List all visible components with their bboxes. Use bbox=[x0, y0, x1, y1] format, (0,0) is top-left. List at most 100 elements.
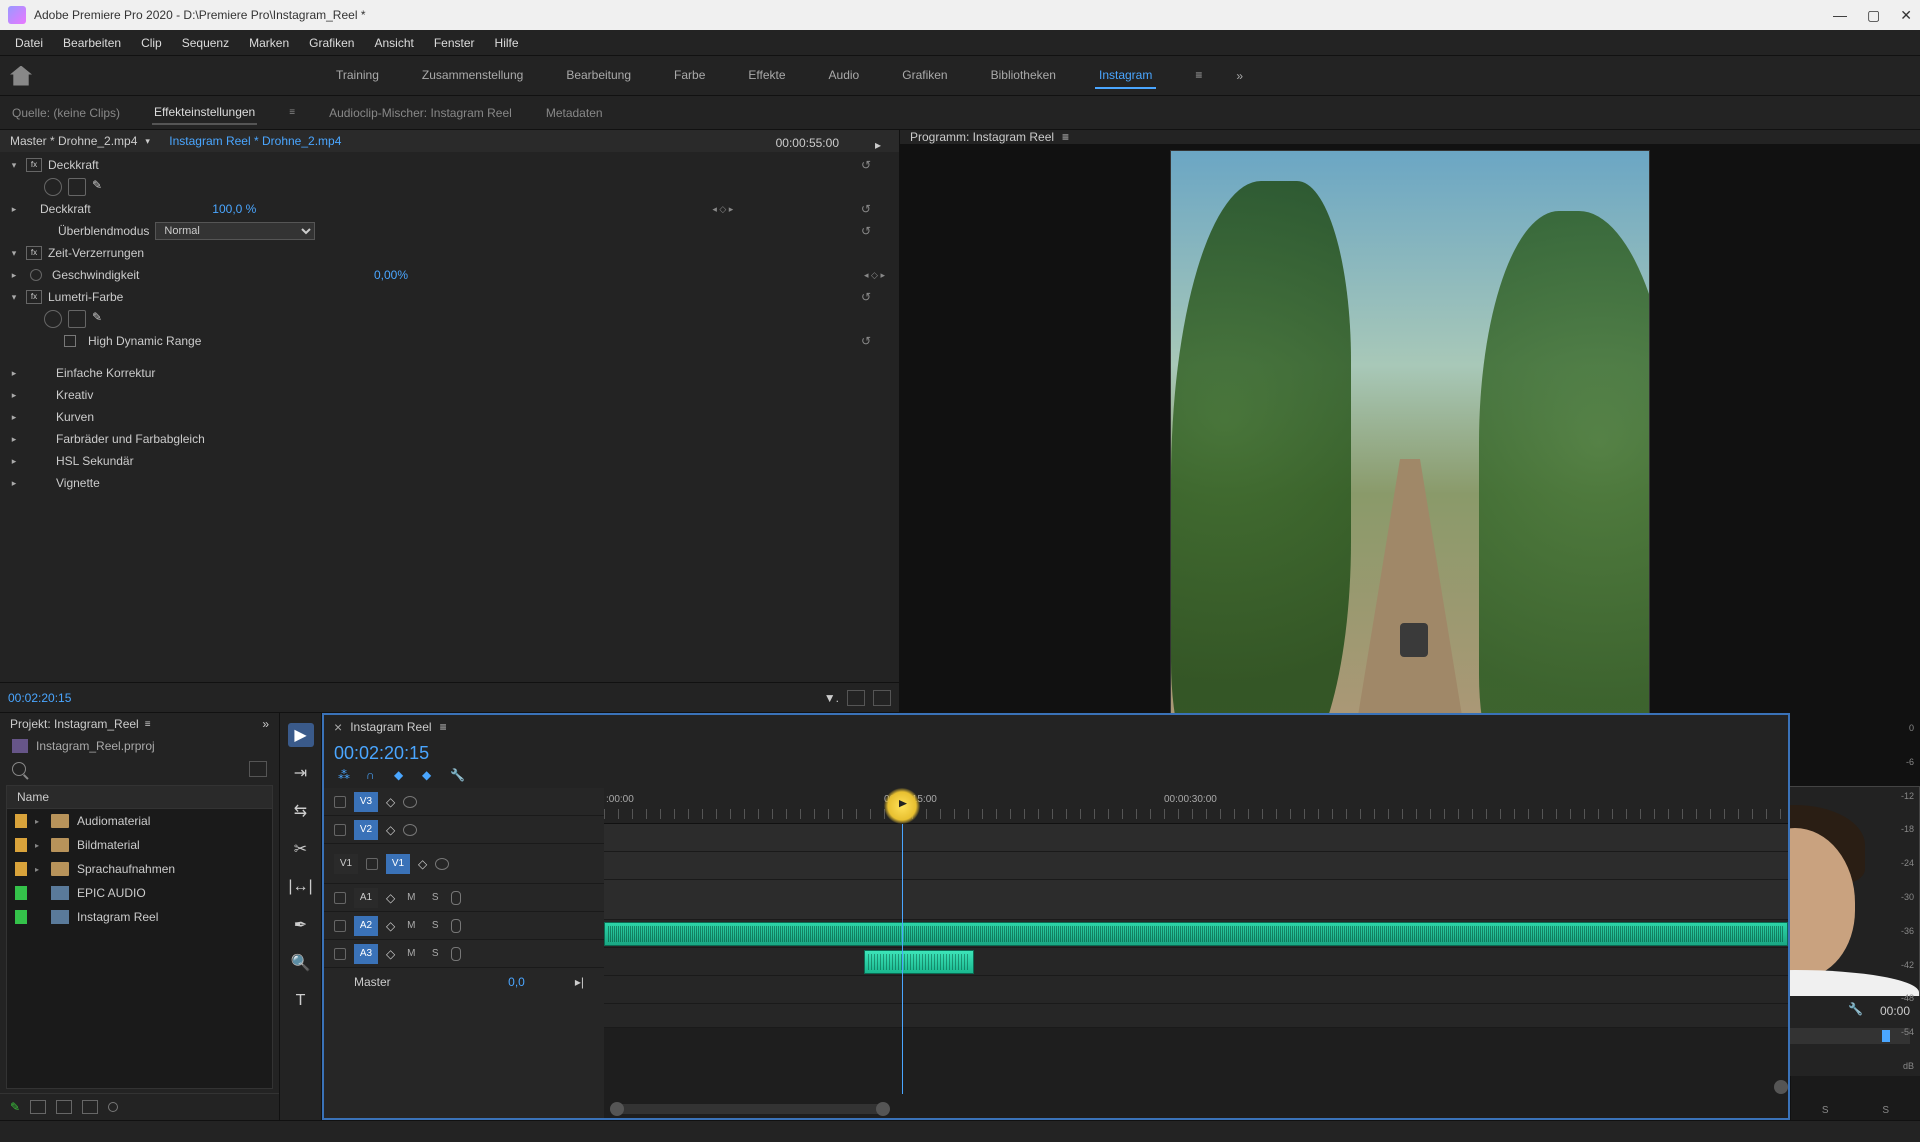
effect-zeit-verzerrungen[interactable]: Zeit-Verzerrungen bbox=[48, 246, 144, 260]
value-geschwindigkeit[interactable]: 0,00% bbox=[374, 268, 408, 282]
timeline-timecode[interactable]: 00:02:20:15 bbox=[334, 743, 429, 764]
razor-tool[interactable]: ✂ bbox=[288, 837, 314, 861]
workspace-farbe[interactable]: Farbe bbox=[670, 63, 709, 89]
hand-tool[interactable]: 🔍 bbox=[288, 951, 314, 975]
track-lane-a3[interactable] bbox=[604, 976, 1788, 1004]
menu-bearbeiten[interactable]: Bearbeiten bbox=[54, 33, 130, 53]
voiceover-icon[interactable] bbox=[451, 919, 461, 933]
program-panel-menu-icon[interactable]: ≡ bbox=[1062, 130, 1069, 144]
lock-icon[interactable] bbox=[334, 796, 346, 808]
lock-icon[interactable] bbox=[366, 858, 378, 870]
wrench-icon[interactable]: 🔧 bbox=[450, 768, 468, 784]
mask-rectangle-icon[interactable] bbox=[68, 178, 86, 196]
expand-icon[interactable]: ▸ bbox=[8, 456, 20, 467]
eye-icon[interactable] bbox=[403, 824, 417, 836]
type-tool[interactable]: T bbox=[288, 989, 314, 1013]
track-target-v1[interactable]: V1 bbox=[386, 854, 410, 874]
mute-button[interactable]: M bbox=[403, 892, 419, 903]
workspace-effekte[interactable]: Effekte bbox=[744, 63, 789, 89]
reset-icon[interactable]: ↺ bbox=[861, 334, 871, 348]
track-lane-v2[interactable] bbox=[604, 852, 1788, 880]
prop-deckkraft[interactable]: Deckkraft bbox=[40, 202, 91, 216]
source-export-icon[interactable] bbox=[847, 690, 865, 706]
mute-button[interactable]: M bbox=[403, 920, 419, 931]
menu-datei[interactable]: Datei bbox=[6, 33, 52, 53]
sequence-tab[interactable]: Instagram Reel bbox=[350, 720, 431, 734]
project-panel-menu-icon[interactable]: ≡ bbox=[145, 719, 151, 730]
list-view-icon[interactable] bbox=[30, 1100, 46, 1114]
menu-clip[interactable]: Clip bbox=[132, 33, 171, 53]
menu-grafiken[interactable]: Grafiken bbox=[300, 33, 363, 53]
effect-deckkraft[interactable]: Deckkraft bbox=[48, 158, 99, 172]
voiceover-icon[interactable] bbox=[451, 891, 461, 905]
expand-icon[interactable]: ▸ bbox=[8, 478, 20, 489]
source-timecode[interactable]: 00:02:20:15 bbox=[8, 691, 71, 705]
value-deckkraft[interactable]: 100,0 % bbox=[212, 202, 256, 216]
expand-icon[interactable]: ▸ bbox=[8, 270, 20, 281]
sync-lock-icon[interactable]: ◇ bbox=[386, 823, 395, 837]
track-target-v3[interactable]: V3 bbox=[354, 792, 378, 812]
mask-ellipse-icon[interactable] bbox=[44, 178, 62, 196]
track-lane-a2[interactable] bbox=[604, 948, 1788, 976]
add-marker-icon[interactable]: ◆ bbox=[394, 768, 412, 784]
selection-tool[interactable]: ▶ bbox=[288, 723, 314, 747]
linked-selection-icon[interactable]: ∩ bbox=[366, 768, 384, 784]
tab-metadaten[interactable]: Metadaten bbox=[544, 102, 605, 124]
menu-marken[interactable]: Marken bbox=[240, 33, 298, 53]
bin-item[interactable]: ▸Audiomaterial bbox=[7, 809, 272, 833]
home-icon[interactable] bbox=[10, 66, 32, 86]
snap-icon[interactable]: ⁂ bbox=[338, 768, 356, 784]
project-expand-icon[interactable]: » bbox=[262, 717, 269, 731]
search-icon[interactable] bbox=[12, 762, 26, 776]
track-target-a3[interactable]: A3 bbox=[354, 944, 378, 964]
stopwatch-icon[interactable] bbox=[30, 269, 42, 281]
ripple-edit-tool[interactable]: ⇆ bbox=[288, 799, 314, 823]
workspace-instagram[interactable]: Instagram bbox=[1095, 63, 1156, 89]
slip-tool[interactable]: |↔| bbox=[288, 875, 314, 899]
collapse-icon[interactable]: ▾ bbox=[8, 160, 20, 171]
mask-pen-icon[interactable]: ✎ bbox=[92, 310, 110, 328]
expand-icon[interactable]: ▸ bbox=[8, 412, 20, 423]
effect-lumetri-farbe[interactable]: Lumetri-Farbe bbox=[48, 290, 123, 304]
solo-left-button[interactable]: S bbox=[1822, 1105, 1829, 1116]
bin-item[interactable]: Instagram Reel bbox=[7, 905, 272, 929]
effects-filter-icon[interactable]: ▼. bbox=[824, 691, 839, 705]
sync-lock-icon[interactable]: ◇ bbox=[386, 947, 395, 961]
expand-icon[interactable]: ▸ bbox=[8, 204, 20, 215]
track-lane-v1[interactable] bbox=[604, 880, 1788, 920]
lock-icon[interactable] bbox=[334, 948, 346, 960]
keyframe-nav[interactable]: ◂ ◇ ▸ bbox=[864, 270, 885, 281]
scrollbar-handle-icon[interactable] bbox=[1774, 1080, 1788, 1094]
pencil-icon[interactable]: ✎ bbox=[10, 1100, 20, 1114]
reset-icon[interactable]: ↺ bbox=[861, 224, 871, 238]
lumetri-section[interactable]: Einfache Korrektur bbox=[56, 366, 155, 380]
lumetri-section[interactable]: Farbräder und Farbabgleich bbox=[56, 432, 205, 446]
timeline-zoom-scrollbar[interactable] bbox=[610, 1104, 890, 1114]
expand-icon[interactable]: ▸ bbox=[8, 390, 20, 401]
track-target-a2[interactable]: A2 bbox=[354, 916, 378, 936]
workspace-bearbeitung[interactable]: Bearbeitung bbox=[562, 63, 635, 89]
reset-icon[interactable]: ↺ bbox=[861, 158, 871, 172]
track-lane-a1[interactable] bbox=[604, 920, 1788, 948]
minimize-button[interactable]: — bbox=[1833, 7, 1847, 24]
timeline-canvas[interactable]: :00:00 00:00:15:00 00:00:30:00 bbox=[604, 788, 1788, 1118]
mask-pen-icon[interactable]: ✎ bbox=[92, 178, 110, 196]
icon-view-icon[interactable] bbox=[56, 1100, 72, 1114]
menu-ansicht[interactable]: Ansicht bbox=[365, 33, 422, 53]
source-panel-menu-icon[interactable]: ≡ bbox=[287, 103, 297, 122]
time-ruler[interactable]: :00:00 00:00:15:00 00:00:30:00 bbox=[604, 788, 1788, 824]
workspace-bibliotheken[interactable]: Bibliotheken bbox=[987, 63, 1060, 89]
fx-badge-icon[interactable]: fx bbox=[26, 246, 42, 260]
collapse-icon[interactable]: ▾ bbox=[8, 292, 20, 303]
column-name[interactable]: Name bbox=[7, 786, 272, 809]
freeform-view-icon[interactable] bbox=[82, 1100, 98, 1114]
collapse-icon[interactable]: ▾ bbox=[8, 248, 20, 259]
track-select-tool[interactable]: ⇥ bbox=[288, 761, 314, 785]
menu-hilfe[interactable]: Hilfe bbox=[486, 33, 528, 53]
tab-quelle[interactable]: Quelle: (keine Clips) bbox=[10, 102, 122, 124]
tab-programm[interactable]: Programm: Instagram Reel bbox=[910, 130, 1054, 144]
lumetri-section[interactable]: Kurven bbox=[56, 410, 94, 424]
workspace-zusammenstellung[interactable]: Zusammenstellung bbox=[418, 63, 527, 89]
menu-sequenz[interactable]: Sequenz bbox=[173, 33, 238, 53]
mute-button[interactable]: M bbox=[403, 948, 419, 959]
